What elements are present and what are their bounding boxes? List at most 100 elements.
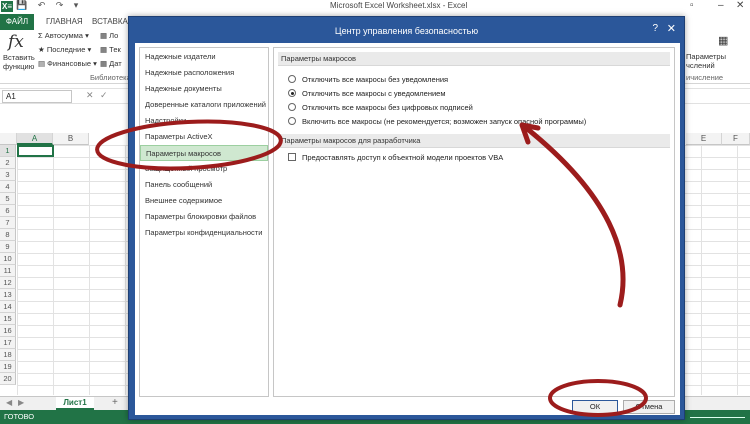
- tab-file[interactable]: ФАЙЛ: [0, 14, 34, 30]
- insert-function-icon[interactable]: fx: [8, 32, 24, 52]
- row-header[interactable]: 5: [0, 193, 16, 205]
- nav-trusted-catalogs[interactable]: Доверенные каталоги приложений: [140, 97, 268, 113]
- nav-protected-view[interactable]: Защищенный просмотр: [140, 161, 268, 177]
- option-label: Отключить все макросы с уведомлением: [302, 89, 446, 98]
- row-header[interactable]: 4: [0, 181, 16, 193]
- option-enable-all[interactable]: Включить все макросы (не рекомендуется; …: [288, 116, 586, 128]
- option-disable-with-notify[interactable]: Отключить все макросы с уведомлением: [288, 88, 445, 100]
- radio-disable-with-notify[interactable]: [288, 89, 296, 97]
- recent-label: Последние: [46, 45, 86, 54]
- row-header[interactable]: 20: [0, 373, 16, 385]
- trust-center-dialog: Центр управления безопасностью ? ✕ Надеж…: [128, 16, 685, 420]
- sheet-tab-list1[interactable]: Лист1: [56, 397, 94, 410]
- cancel-entry-icon[interactable]: ✕: [86, 90, 94, 101]
- restore-icon[interactable]: ▫: [690, 0, 694, 11]
- select-all-corner[interactable]: [0, 133, 17, 145]
- row-header[interactable]: 8: [0, 229, 16, 241]
- row-header[interactable]: 10: [0, 253, 16, 265]
- nav-trusted-documents[interactable]: Надежные документы: [140, 81, 268, 97]
- confirm-entry-icon[interactable]: ✓: [100, 90, 108, 101]
- row-header[interactable]: 14: [0, 301, 16, 313]
- option-vba-access[interactable]: Предоставлять доступ к объектной модели …: [288, 152, 503, 164]
- nav-macro-settings[interactable]: Параметры макросов: [140, 145, 268, 161]
- row-header[interactable]: 16: [0, 325, 16, 337]
- excel-logo-icon: X≡: [1, 1, 13, 12]
- calc-options-label-2[interactable]: чслений: [686, 61, 715, 70]
- active-cell[interactable]: [17, 145, 54, 157]
- row-header[interactable]: 9: [0, 241, 16, 253]
- logical-button[interactable]: ▦ Ло: [100, 31, 118, 40]
- row-header[interactable]: 3: [0, 169, 16, 181]
- nav-privacy[interactable]: Параметры конфиденциальности: [140, 225, 268, 241]
- macro-settings-panel: Параметры макросов Отключить все макросы…: [273, 47, 675, 397]
- option-label: Отключить все макросы без уведомления: [302, 75, 449, 84]
- financial-label: Финансовые: [47, 59, 92, 68]
- minimize-icon[interactable]: –: [718, 0, 724, 11]
- nav-message-bar[interactable]: Панель сообщений: [140, 177, 268, 193]
- trust-center-nav: Надежные издатели Надежные расположения …: [139, 47, 269, 397]
- row-header[interactable]: 15: [0, 313, 16, 325]
- row-header[interactable]: 19: [0, 361, 16, 373]
- recent-button[interactable]: ★ Последние ▾: [38, 45, 91, 54]
- macro-settings-header: Параметры макросов: [278, 52, 670, 66]
- dialog-body: Надежные издатели Надежные расположения …: [135, 43, 680, 415]
- column-header-e[interactable]: E: [686, 133, 722, 145]
- row-header[interactable]: 11: [0, 265, 16, 277]
- column-header-a[interactable]: A: [17, 133, 53, 145]
- nav-file-block[interactable]: Параметры блокировки файлов: [140, 209, 268, 225]
- row-header[interactable]: 6: [0, 205, 16, 217]
- name-box[interactable]: A1: [2, 90, 72, 103]
- column-header-f[interactable]: F: [722, 133, 750, 145]
- row-header[interactable]: 17: [0, 337, 16, 349]
- autosum-button[interactable]: Σ Автосумма ▾: [38, 31, 89, 40]
- close-icon[interactable]: ✕: [667, 22, 676, 35]
- row-header[interactable]: 12: [0, 277, 16, 289]
- row-header[interactable]: 13: [0, 289, 16, 301]
- option-label: Предоставлять доступ к объектной модели …: [302, 153, 504, 162]
- financial-button[interactable]: ▤ Финансовые ▾: [38, 59, 97, 68]
- window-title: Microsoft Excel Worksheet.xlsx - Excel: [330, 1, 468, 10]
- insert-function-label-1[interactable]: Вставить: [3, 53, 35, 62]
- autosum-label: Автосумма: [44, 31, 83, 40]
- library-group-label: Библиотека: [90, 73, 131, 82]
- window-close-icon[interactable]: ✕: [736, 0, 744, 11]
- tab-insert[interactable]: ВСТАВКА: [92, 17, 128, 26]
- cancel-button[interactable]: Отмена: [623, 400, 675, 414]
- dialog-title: Центр управления безопасностью: [334, 26, 479, 36]
- row-header[interactable]: 2: [0, 157, 16, 169]
- nav-trusted-locations[interactable]: Надежные расположения: [140, 65, 268, 81]
- option-disable-unsigned[interactable]: Отключить все макросы без цифровых подпи…: [288, 102, 473, 114]
- radio-disable-no-notify[interactable]: [288, 75, 296, 83]
- column-header-b[interactable]: B: [53, 133, 89, 145]
- ok-button[interactable]: ОК: [572, 400, 618, 414]
- row-header[interactable]: 18: [0, 349, 16, 361]
- radio-enable-all[interactable]: [288, 117, 296, 125]
- quick-access-toolbar[interactable]: 💾 ↶ ↷ ▾: [16, 0, 82, 11]
- checkbox-vba-access[interactable]: [288, 153, 296, 161]
- row-header[interactable]: 7: [0, 217, 16, 229]
- text-button[interactable]: ▦ Тек: [100, 45, 121, 54]
- option-label: Отключить все макросы без цифровых подпи…: [302, 103, 473, 112]
- zoom-slider[interactable]: [690, 417, 745, 418]
- calc-options-label-1[interactable]: Параметры: [686, 52, 726, 61]
- nav-external-content[interactable]: Внешнее содержимое: [140, 193, 268, 209]
- tab-home[interactable]: ГЛАВНАЯ: [46, 17, 83, 26]
- text-label: Тек: [109, 45, 121, 54]
- radio-disable-unsigned[interactable]: [288, 103, 296, 111]
- calc-options-icon[interactable]: ▦: [718, 34, 728, 47]
- nav-trusted-publishers[interactable]: Надежные издатели: [140, 49, 268, 65]
- nav-activex[interactable]: Параметры ActiveX: [140, 129, 268, 145]
- calc-group-label: ичисление: [686, 73, 724, 82]
- sheet-nav-prev-icon[interactable]: ◀: [6, 398, 12, 407]
- help-icon[interactable]: ?: [652, 23, 658, 34]
- nav-addins[interactable]: Надстройки: [140, 113, 268, 129]
- option-disable-no-notify[interactable]: Отключить все макросы без уведомления: [288, 74, 448, 86]
- row-header[interactable]: 1: [0, 145, 16, 157]
- insert-function-label-2[interactable]: функцию: [3, 62, 34, 71]
- logical-label: Ло: [109, 31, 119, 40]
- add-sheet-icon[interactable]: +: [112, 397, 118, 408]
- sheet-nav-next-icon[interactable]: ▶: [18, 398, 24, 407]
- date-button[interactable]: ▦ Дат: [100, 59, 122, 68]
- status-text: ГОТОВО: [4, 412, 35, 421]
- developer-settings-header: Параметры макросов для разработчика: [278, 134, 670, 148]
